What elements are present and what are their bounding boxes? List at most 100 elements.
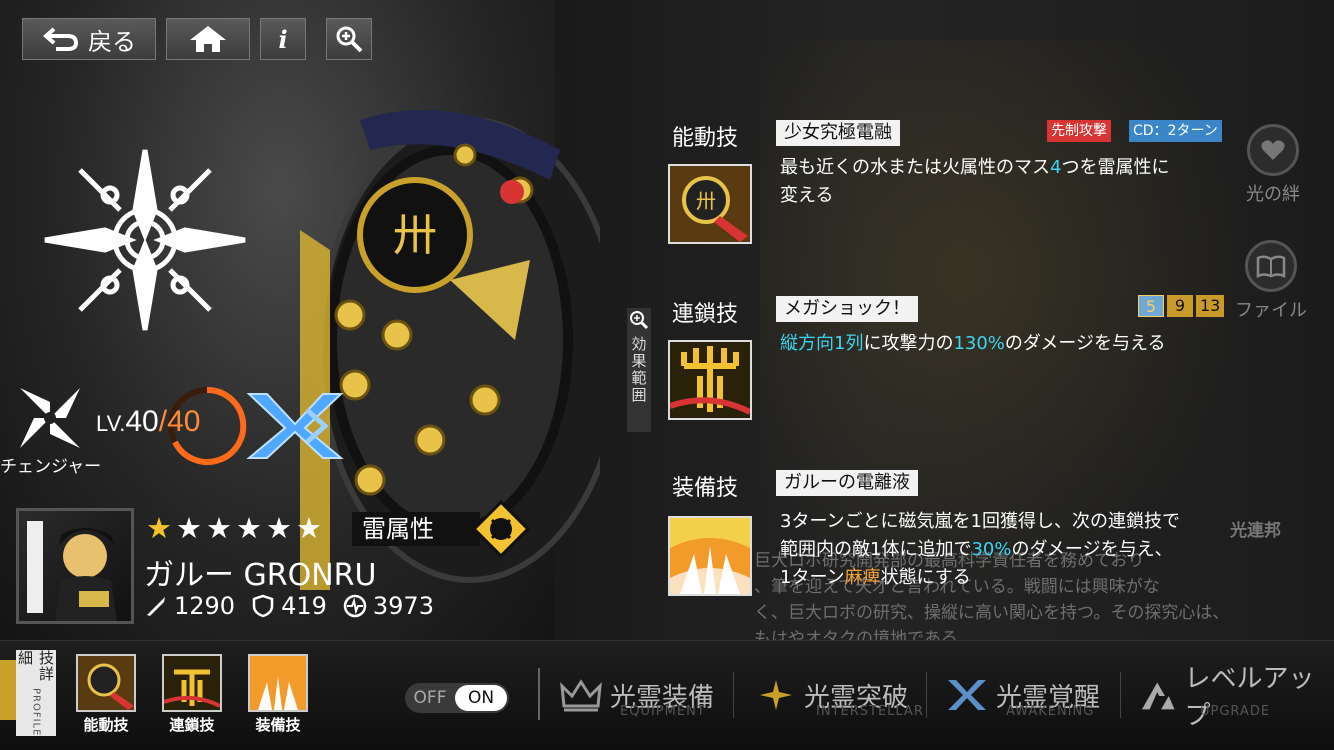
home-icon — [190, 26, 226, 52]
skill-detail-tab[interactable]: 技詳細 PROFILE — [16, 650, 56, 736]
rarity-star: ★ — [266, 511, 292, 545]
crown-icon — [560, 679, 602, 712]
chain-skill-icon[interactable] — [668, 340, 752, 420]
file-label: ファイル — [1235, 300, 1307, 321]
class-name: チェンジャー — [0, 457, 102, 477]
first-strike-badge: 先制攻撃 — [1047, 120, 1111, 142]
chain-desc-highlight: 130% — [953, 333, 1005, 354]
element-label: 雷属性 — [352, 512, 480, 546]
awakening-button[interactable]: 光霊覚醒 AWAKENING — [946, 670, 1100, 720]
breakthrough-button[interactable]: 光霊突破 INTERSTELLAR — [756, 670, 923, 720]
mini-active-skill-icon — [76, 654, 136, 712]
awakening-rank-icon — [246, 393, 344, 459]
defense-value: 419 — [281, 592, 327, 620]
mini-active-skill[interactable]: 能動技 — [76, 654, 136, 735]
active-desc-part: 最も近くの水または火属性のマス — [780, 157, 1050, 178]
level-up-button[interactable]: レベルアップ UPGRADE — [1140, 664, 1334, 731]
passive-skill-art — [670, 518, 750, 594]
active-skill-description: 最も近くの水または火属性のマス4つを雷属性に 変える — [780, 154, 1240, 210]
passive-desc-part: 状態にする — [880, 567, 971, 588]
effect-range-button[interactable]: 効果範囲 — [627, 308, 651, 432]
bond-button[interactable]: 光の絆 — [1228, 124, 1318, 206]
cooldown-badge: CD：2ターン — [1129, 120, 1222, 142]
active-desc-part: つを雷属性に — [1061, 157, 1170, 178]
mini-chain-skill[interactable]: 連鎖技 — [162, 654, 222, 735]
mini-active-skill-label: 能動技 — [83, 716, 129, 734]
equipment-button[interactable]: 光霊装備 EQUIPMENT — [560, 670, 714, 720]
chain-skill-art — [670, 342, 750, 418]
passive-desc-part: のダメージを与え、 — [1011, 539, 1173, 560]
passive-desc-part: 1ターン — [780, 567, 845, 588]
info-button[interactable]: i — [260, 18, 306, 60]
chain-count-badges: 5 9 13 — [1138, 295, 1225, 317]
portrait-image — [27, 521, 117, 621]
active-desc-highlight: 4 — [1050, 157, 1062, 178]
mini-passive-skill[interactable]: 装備技 — [248, 654, 308, 735]
breakthrough-sub-label: INTERSTELLAR — [816, 704, 924, 719]
passive-skill-type: 装備技 — [672, 476, 739, 501]
mini-chain-skill-icon — [162, 654, 222, 712]
passive-desc-line1: 3ターンごとに磁気嵐を1回獲得し、次の連鎖技で — [780, 511, 1181, 532]
active-desc-line2: 変える — [780, 185, 834, 206]
passive-skill-description: 3ターンごとに磁気嵐を1回獲得し、次の連鎖技で 範囲内の敵1体に追加で30%のダ… — [780, 508, 1240, 592]
zoom-button[interactable] — [326, 18, 372, 60]
level-up-label: レベルアップ — [1184, 664, 1315, 731]
nav-divider — [1120, 672, 1121, 718]
skill-display-toggle[interactable]: OFF ON — [405, 683, 509, 713]
svg-text:卅: 卅 — [696, 189, 716, 213]
faction-emblem-icon — [44, 149, 246, 331]
chain-skill-description: 縦方向1列に攻撃力の130%のダメージを与える — [780, 330, 1240, 358]
chain-count-badge: 13 — [1196, 295, 1225, 317]
file-button[interactable]: ファイル — [1226, 240, 1316, 322]
active-skill-art: 卅 — [670, 166, 750, 242]
active-skill-name: 少女究極電融 — [776, 120, 900, 146]
level-max: /40 — [158, 405, 201, 438]
toggle-off-label: OFF — [413, 688, 447, 708]
rarity-star: ★ — [146, 511, 172, 545]
home-button[interactable] — [166, 18, 250, 60]
mini-passive-skill-icon — [248, 654, 308, 712]
rarity-stars: ★ ★ ★ ★ ★ ★ — [146, 512, 322, 544]
chain-desc-highlight: 縦方向1列 — [780, 333, 864, 354]
heartbeat-icon — [343, 594, 367, 618]
magnifier-plus-icon — [630, 311, 649, 330]
rarity-star: ★ — [176, 511, 202, 545]
rarity-star: ★ — [206, 511, 232, 545]
rarity-star: ★ — [296, 511, 322, 545]
active-skill-icon[interactable]: 卅 — [668, 164, 752, 244]
active-skill-type: 能動技 — [672, 126, 739, 151]
skill-detail-label: 技詳細 — [16, 650, 55, 682]
hp-stat: 3973 — [343, 592, 434, 620]
level-prefix: LV. — [96, 411, 126, 436]
chain-skill-name: メガショック！ — [776, 296, 918, 322]
back-label: 戻る — [88, 27, 136, 56]
mini-passive-skill-label: 装備技 — [255, 716, 301, 734]
sword-icon — [147, 597, 165, 616]
rarity-star: ★ — [236, 511, 262, 545]
character-stats: 1290 419 3973 — [144, 592, 434, 620]
attack-stat: 1290 — [144, 592, 235, 620]
passive-skill-icon[interactable] — [668, 516, 752, 596]
back-button[interactable]: 戻る — [22, 18, 156, 60]
profile-line: く、巨大ロボの研究、操縦に高い関心を持つ。その探究心は、 — [754, 603, 1230, 623]
shield-icon — [252, 594, 274, 618]
passive-desc-highlight: 麻痺 — [844, 567, 881, 588]
level-current: 40 — [125, 405, 159, 438]
info-icon: i — [278, 24, 288, 54]
bottom-separator — [538, 668, 540, 720]
character-portrait[interactable] — [16, 508, 134, 624]
chain-desc-part: のダメージを与える — [1004, 333, 1166, 354]
heart-icon — [1247, 124, 1299, 176]
defense-stat: 419 — [251, 592, 327, 620]
awakening-sub-label: AWAKENING — [1006, 704, 1095, 719]
awakening-x-icon — [948, 680, 986, 710]
book-icon — [1245, 240, 1297, 292]
nav-divider — [733, 672, 734, 718]
level-display: LV.40/40 — [96, 405, 200, 439]
chain-count-badge: 9 — [1167, 295, 1193, 317]
toggle-on-label: ON — [455, 685, 507, 711]
thunder-element-icon — [472, 500, 530, 558]
chain-skill-type: 連鎖技 — [672, 302, 739, 327]
hp-value: 3973 — [372, 592, 434, 620]
mini-chain-skill-label: 連鎖技 — [169, 716, 215, 734]
